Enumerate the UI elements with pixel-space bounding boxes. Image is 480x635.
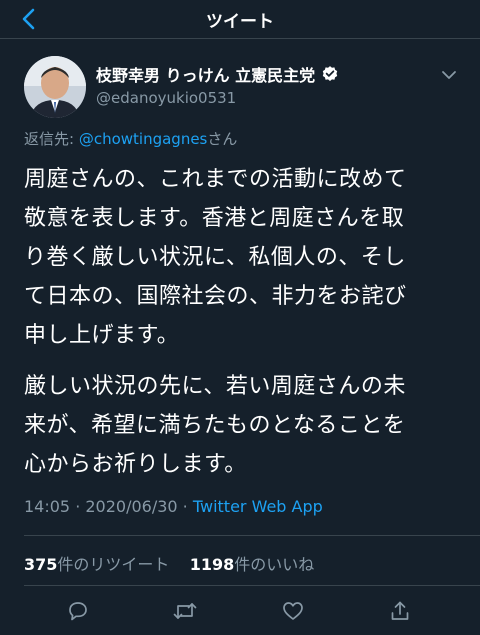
chevron-down-icon <box>442 71 456 79</box>
verified-badge-icon <box>322 66 338 81</box>
author-handle[interactable]: @edanoyukio0531 <box>96 89 236 107</box>
tweet-meta: 14:05 · 2020/06/30 · Twitter Web App <box>24 497 323 516</box>
replying-suffix: さん <box>207 130 238 148</box>
tweet-menu-button[interactable] <box>440 66 458 84</box>
tweet-paragraph-2: 厳しい状況の先に、若い周庭さんの未 来が、希望に満ちたものとなることを 心からお… <box>24 374 406 477</box>
meta-separator: · <box>177 497 193 516</box>
like-count: 1198 <box>189 555 235 574</box>
tweet-time: 14:05 <box>24 497 71 516</box>
tweet-paragraph-1: 周庭さんの、これまでの活動に改めて 敬意を表します。香港と周庭さんを取 り巻く厳… <box>24 167 407 348</box>
share-button[interactable] <box>385 596 415 626</box>
top-bar: ツイート <box>0 0 480 39</box>
share-icon <box>391 601 409 620</box>
retweet-icon <box>173 603 197 619</box>
reply-mention-link[interactable]: @chowtingagnes <box>79 130 208 148</box>
heart-icon <box>283 602 303 620</box>
like-button[interactable] <box>278 596 308 626</box>
retweet-label: 件のリツイート <box>57 555 170 574</box>
tweet-text: 周庭さんの、これまでの活動に改めて 敬意を表します。香港と周庭さんを取 り巻く厳… <box>24 160 460 496</box>
author-name[interactable]: 枝野幸男 りっけん 立憲民主党 <box>96 62 339 86</box>
tweet-stats: 375件のリツイート 1198件のいいね <box>24 551 314 575</box>
page-title: ツイート <box>206 12 274 32</box>
like-label: 件のいいね <box>234 555 315 574</box>
action-bar <box>0 596 480 626</box>
like-stat[interactable]: 1198件のいいね <box>190 555 315 574</box>
reply-button[interactable] <box>63 596 93 626</box>
meta-separator: · <box>70 497 86 516</box>
author-display-name: 枝野幸男 りっけん 立憲民主党 <box>96 66 316 85</box>
retweet-count: 375 <box>24 555 58 574</box>
reply-icon <box>69 602 87 621</box>
replying-prefix: 返信先: <box>24 130 79 148</box>
divider <box>24 535 480 536</box>
tweet-date[interactable]: 2020/06/30 <box>85 497 177 516</box>
avatar[interactable] <box>24 56 86 118</box>
replying-to: 返信先: @chowtingagnesさん <box>24 128 237 149</box>
retweet-button[interactable] <box>170 596 200 626</box>
divider <box>24 585 480 586</box>
tweet-source-app[interactable]: Twitter Web App <box>193 497 323 516</box>
retweet-stat[interactable]: 375件のリツイート <box>24 555 169 574</box>
